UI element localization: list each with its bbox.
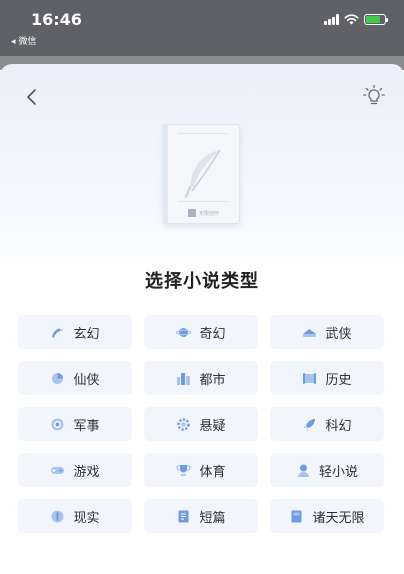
rocket-icon bbox=[303, 418, 316, 431]
feather-icon bbox=[185, 149, 221, 198]
battery-icon bbox=[364, 14, 388, 25]
genre-lishi-button[interactable]: 历史 bbox=[270, 361, 384, 395]
genre-youxi-button[interactable]: 游戏 bbox=[18, 453, 132, 487]
page-title: 选择小说类型 bbox=[145, 271, 259, 292]
genre-label: 都市 bbox=[199, 372, 226, 388]
genre-label: 体育 bbox=[199, 464, 226, 480]
genre-label: 短篇 bbox=[199, 510, 226, 526]
genre-label: 诸天无限 bbox=[312, 510, 365, 526]
cover-brand-text: 无限创作 bbox=[199, 210, 220, 217]
genre-label: 轻小说 bbox=[318, 464, 358, 480]
genre-junshi-button[interactable]: 军事 bbox=[18, 407, 132, 441]
genre-kehuan-button[interactable]: 科幻 bbox=[270, 407, 384, 441]
genre-label: 武侠 bbox=[325, 326, 352, 342]
genre-picker-sheet: 无限创作 选择小说类型 玄幻 奇幻 武侠 仙侠 都市 历史 军事 悬疑 科幻 游… bbox=[0, 64, 404, 574]
dragon-icon bbox=[52, 327, 64, 338]
genre-xuanhuan-button[interactable]: 玄幻 bbox=[18, 315, 132, 349]
genre-xianshi-button[interactable]: 现实 bbox=[18, 499, 132, 533]
people-icon bbox=[51, 510, 64, 522]
genre-zhutianwuxian-button[interactable]: 诸天无限 bbox=[270, 499, 384, 533]
genre-label: 军事 bbox=[73, 418, 100, 434]
genre-label: 历史 bbox=[325, 372, 352, 388]
chevron-left-icon bbox=[27, 89, 36, 105]
status-bar: 16:46 ◂ 微信 bbox=[0, 0, 404, 64]
tips-button[interactable] bbox=[362, 84, 386, 108]
status-time: 16:46 bbox=[31, 10, 82, 29]
genre-label: 科幻 bbox=[325, 418, 352, 434]
genre-dushi-button[interactable]: 都市 bbox=[144, 361, 258, 395]
genre-label: 悬疑 bbox=[199, 418, 226, 434]
genre-wuxia-button[interactable]: 武侠 bbox=[270, 315, 384, 349]
cover-brand: 无限创作 bbox=[188, 209, 219, 217]
book-cover-illustration: 无限创作 bbox=[163, 124, 240, 224]
genre-tiyu-button[interactable]: 体育 bbox=[144, 453, 258, 487]
genre-qingxiaoshuo-button[interactable]: 轻小说 bbox=[270, 453, 384, 487]
city-icon bbox=[177, 372, 191, 385]
cloud-icon bbox=[52, 372, 64, 384]
signal-icon bbox=[324, 14, 339, 25]
genre-label: 奇幻 bbox=[199, 326, 226, 342]
genre-label: 仙侠 bbox=[73, 372, 100, 388]
genre-xianxia-button[interactable]: 仙侠 bbox=[18, 361, 132, 395]
gear-icon bbox=[177, 417, 191, 431]
back-button[interactable] bbox=[20, 86, 42, 108]
trophy-icon bbox=[176, 464, 192, 476]
document-icon bbox=[178, 510, 189, 522]
hat-icon bbox=[303, 328, 317, 337]
lightbulb-icon bbox=[363, 84, 385, 105]
character-icon bbox=[297, 464, 309, 477]
scroll-icon bbox=[303, 372, 317, 384]
planet-icon bbox=[176, 327, 192, 337]
genre-duanpian-button[interactable]: 短篇 bbox=[144, 499, 258, 533]
genre-label: 游戏 bbox=[73, 464, 100, 480]
genre-label: 现实 bbox=[73, 510, 100, 526]
genre-qihuan-button[interactable]: 奇幻 bbox=[144, 315, 258, 349]
status-icons bbox=[324, 14, 388, 25]
book-icon bbox=[291, 510, 302, 522]
target-icon bbox=[51, 418, 64, 430]
genre-grid: 玄幻 奇幻 武侠 仙侠 都市 历史 军事 悬疑 科幻 游戏 体育 轻小说 现实 … bbox=[18, 315, 386, 533]
genre-xuanyi-button[interactable]: 悬疑 bbox=[144, 407, 258, 441]
genre-label: 玄幻 bbox=[73, 326, 100, 342]
gamepad-icon bbox=[51, 466, 65, 474]
wifi-icon bbox=[344, 14, 359, 25]
back-to-app-link[interactable]: ◂ 微信 bbox=[11, 34, 36, 47]
